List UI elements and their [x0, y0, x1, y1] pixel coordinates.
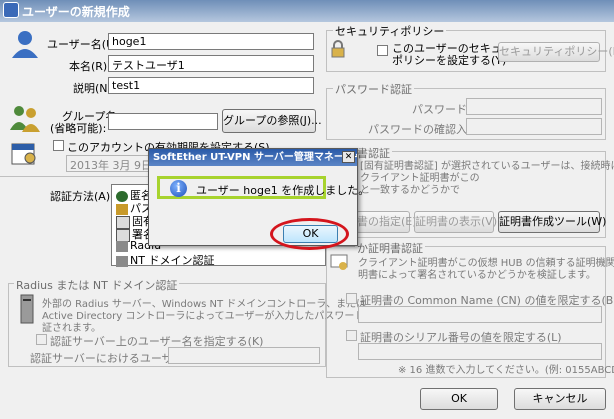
security-group-label: セキュリティポリシー — [333, 23, 447, 39]
auth-method-label: 認証方法(A): — [50, 190, 114, 203]
password-input[interactable] — [466, 98, 602, 115]
password-confirm-input[interactable] — [466, 118, 602, 135]
serial-checkbox[interactable] — [346, 330, 357, 341]
cert-tool-button[interactable]: 証明書作成ツール(W) — [498, 211, 606, 233]
serial-note: ※ 16 進数で入力してください。(例: 0155ABCDEF) — [398, 365, 614, 376]
app-icon — [3, 2, 19, 18]
auth-item-nt-domain[interactable]: NT ドメイン認証 — [116, 252, 214, 268]
security-policy-checkbox[interactable] — [377, 45, 388, 56]
radius-desc-3: 証されます。 — [42, 323, 101, 334]
close-icon[interactable]: ✕ — [342, 151, 355, 163]
user-icon — [12, 31, 38, 58]
cn-checkbox[interactable] — [346, 293, 357, 304]
info-icon: i — [170, 180, 187, 197]
realname-input[interactable]: テストユーザ1 — [108, 55, 314, 72]
dialog-message: ユーザー hoge1 を作成しました。 — [196, 184, 370, 197]
radius-username-input[interactable] — [168, 347, 320, 364]
server-icon — [20, 294, 34, 324]
group-icon — [10, 106, 40, 132]
group-name-input[interactable] — [108, 113, 218, 130]
security-policy-button[interactable]: セキュリティポリシー(M) — [498, 42, 614, 62]
highlight-circle — [270, 218, 349, 250]
serial-input[interactable] — [358, 343, 602, 360]
calendar-icon — [11, 143, 36, 165]
security-checkbox-label-2: ポリシーを設定する(Y) — [392, 54, 507, 67]
window-title: ユーザーの新規作成 — [22, 5, 130, 19]
expiry-checkbox[interactable] — [53, 140, 64, 151]
cert-ribbon-icon — [330, 254, 348, 270]
cert-specify-button[interactable]: 書の指定(E) — [356, 211, 417, 233]
lock-icon — [331, 40, 345, 58]
expiry-date-input[interactable]: 2013年 3月 9日 — [66, 155, 150, 172]
cert-show-button[interactable]: 証明書の表示(V) — [414, 211, 497, 233]
username-input[interactable]: hoge1 — [108, 33, 314, 50]
cn-input[interactable] — [358, 306, 602, 323]
dialog-title: SoftEther UT-VPN サーバー管理マネージャ — [149, 149, 357, 166]
realname-label: 本名(R): — [69, 60, 111, 73]
cancel-button[interactable]: キャンセル — [514, 388, 606, 410]
signed-cert-desc-2: 明書によって署名されているかどうかを検証します。 — [358, 270, 596, 281]
window-titlebar: ユーザーの新規作成 — [0, 0, 614, 22]
radius-group-label: Radius または NT ドメイン認証 — [14, 277, 180, 293]
group-name-label-2: (省略可能): — [50, 122, 107, 135]
description-input[interactable]: test1 — [108, 77, 314, 94]
cert-auth-desc-3: と一致するかどうかで — [360, 185, 460, 196]
ok-button[interactable]: OK — [420, 388, 498, 410]
radius-username-checkbox[interactable] — [36, 334, 47, 345]
radius-icon — [116, 240, 128, 252]
password-group-label: パスワード認証 — [333, 81, 414, 97]
group-browse-button[interactable]: グループの参照(J)... — [222, 109, 322, 133]
nt-domain-icon — [116, 255, 128, 267]
